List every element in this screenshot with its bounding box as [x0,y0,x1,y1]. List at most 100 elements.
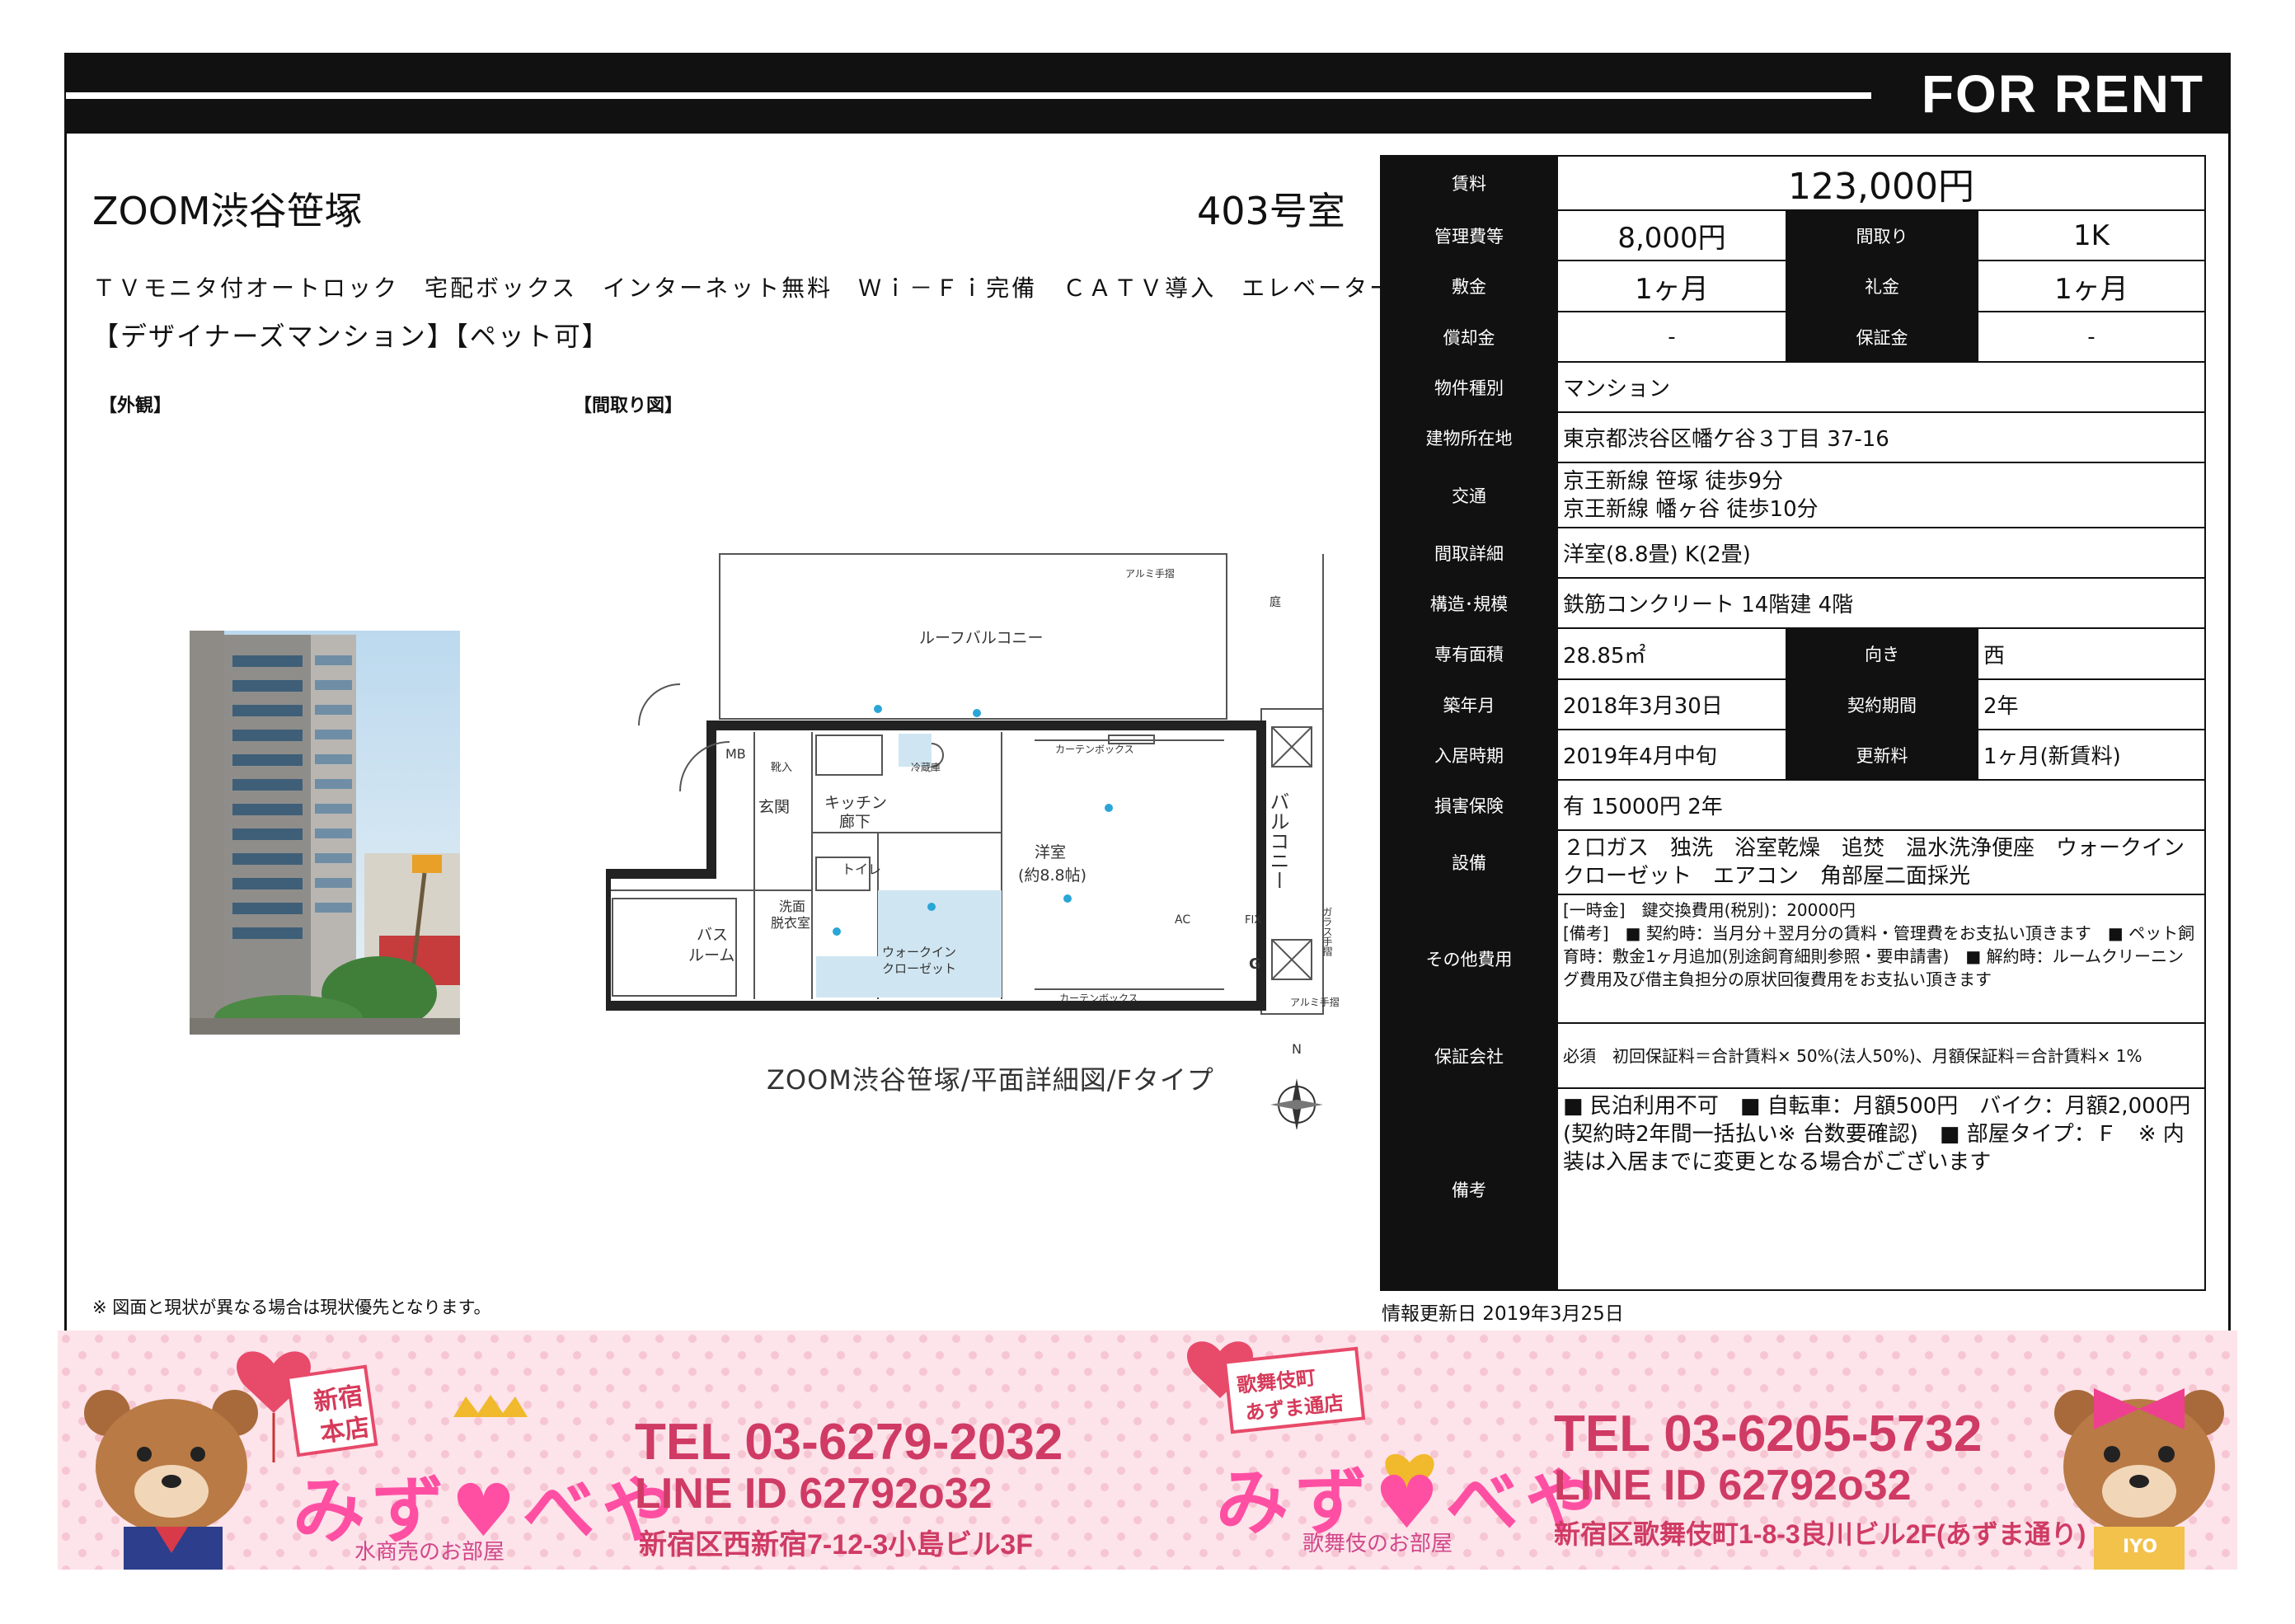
label-balcony: バルコニー [1266,791,1289,890]
row-address: 建物所在地 東京都渋谷区幡ケ谷３丁目 37-16 [1380,411,2206,463]
key-money-label: 礼金 [1786,260,1978,312]
label-roof-balcony: ルーフバルコニー [919,629,1043,647]
guarantor-label: 保証会社 [1380,1022,1558,1089]
remarks-label: 備考 [1380,1087,1558,1291]
label-washroom: 洗面 [779,899,805,914]
contract-label: 契約期間 [1786,678,1978,730]
compass-icon: N [1270,1041,1323,1131]
room-number: 403号室 [1197,189,1345,233]
for-rent-label: FOR RENT [1921,64,2204,124]
key-money-value: 1ヶ月 [1977,260,2206,312]
label-curtain-top: カーテンボックス [1055,744,1134,755]
amortization-value: - [1556,311,1787,363]
label-mb: MB [725,746,746,762]
row-structure: 構造･規模 鉄筋コンクリート 14階建 4階 [1380,577,2206,629]
area-label: 専有面積 [1380,627,1558,680]
movein-label: 入居時期 [1380,729,1558,781]
left-address: 新宿区西新宿7-12-3小島ビル3F [639,1529,1033,1561]
right-logo-sub: 歌舞伎のお部屋 [1302,1532,1453,1556]
transit-line-1: 京王新線 笹塚 徒歩9分 [1563,468,1784,494]
label-glass-rail: ガラス手摺 [1321,907,1333,956]
row-other-costs: その他費用 [一時金] 鍵交換費用(税別)：20000円 [備考] ■ 契約時：… [1380,894,2206,1024]
address-label: 建物所在地 [1380,411,1558,463]
label-curtain-bottom: カーテンボックス [1059,993,1138,1004]
orientation-label: 向き [1786,627,1978,680]
insurance-label: 損害保険 [1380,779,1558,831]
left-badge-line2: 本店 [318,1412,372,1448]
floorplan-heading: 【間取り図】 [574,396,683,416]
header-bar: FOR RENT [66,54,2229,134]
label-western-size: (約8.8帖) [1018,866,1086,885]
equipment-value: ２口ガス 独洗 浴室乾燥 追焚 温水洗浄便座 ウォークインクローゼット エアコン… [1556,829,2206,895]
row-built: 築年月 2018年3月30日 契約期間 2年 [1380,678,2206,730]
label-kitchen: キッチン [824,794,887,812]
label-shoes: 靴入 [771,762,792,774]
layout-label: 間取り [1786,209,1978,261]
row-transit: 交通 京王新線 笹塚 徒歩9分 京王新線 幡ヶ谷 徒歩10分 [1380,462,2206,528]
row-deposit: 敷金 1ヶ月 礼金 1ヶ月 [1380,260,2206,312]
label-western-room: 洋室 [1035,843,1066,861]
floorplan-caption: ZOOM渋谷笹塚/平面詳細図/Fタイプ [767,1064,1214,1096]
layout-detail-value: 洋室(8.8畳) K(2畳) [1556,527,2206,579]
built-value: 2018年3月30日 [1556,678,1787,730]
row-area: 専有面積 28.85㎡ 向き 西 [1380,627,2206,680]
property-tags: 【デザイナーズマンション】【ペット可】 [92,321,610,352]
amortization-label: 償却金 [1380,311,1558,363]
label-north: N [1292,1041,1302,1057]
property-name: ZOOM渋谷笹塚 [92,189,363,233]
renewal-value: 1ヶ月(新賃料) [1977,729,2206,781]
transit-line-2: 京王新線 幡ヶ谷 徒歩10分 [1563,496,1819,522]
label-washroom-2: 脱衣室 [771,915,810,931]
guarantee-deposit-label: 保証金 [1786,311,1978,363]
area-value: 28.85㎡ [1556,627,1787,680]
label-aluminum-rail: アルミ手摺 [1125,567,1175,580]
row-insurance: 損害保険 有 15000円 2年 [1380,779,2206,831]
other-costs-value: [一時金] 鍵交換費用(税別)：20000円 [備考] ■ 契約時：当月分＋翌月… [1556,894,2206,1024]
label-ac: AC [1175,913,1190,927]
deposit-value: 1ヶ月 [1556,260,1787,312]
guarantor-value: 必須 初回保証料＝合計賃料× 50%(法人50%)、月額保証料＝合計賃料× 1% [1556,1022,2206,1089]
built-label: 築年月 [1380,678,1558,730]
contract-value: 2年 [1977,678,2206,730]
feature-list: ＴＶモニタ付オートロック 宅配ボックス インターネット無料 Ｗｉ－Ｆｉ完備 ＣＡ… [92,275,1396,302]
remarks-value: ■ 民泊利用不可 ■ 自転車：月額500円 バイク：月額2,000円(契約時2年… [1556,1087,2206,1291]
label-fix: FIX [1245,914,1261,927]
row-layout-detail: 間取詳細 洋室(8.8畳) K(2畳) [1380,527,2206,579]
exterior-photo [190,631,460,1035]
label-bath-room: ルーム [688,946,734,965]
label-garden: 庭 [1270,595,1281,609]
orientation-value: 西 [1977,627,2206,680]
right-tel: TEL 03-6205-5732 [1554,1406,1983,1462]
row-amortization: 償却金 - 保証金 - [1380,311,2206,363]
renewal-label: 更新料 [1786,729,1978,781]
row-type: 物件種別 マンション [1380,361,2206,413]
label-bath: バス [697,926,728,944]
left-tel: TEL 03-6279-2032 [635,1414,1063,1471]
insurance-value: 有 15000円 2年 [1556,779,2206,831]
label-aluminum-rail-2: アルミ手摺 [1290,996,1340,1008]
mgmt-value: 8,000円 [1556,209,1787,261]
label-entrance: 玄関 [758,798,790,816]
deposit-label: 敷金 [1380,260,1558,312]
label-walk-in-2: クローゼット [882,961,956,976]
guarantee-deposit-value: - [1977,311,2206,363]
label-fridge: 冷蔵庫 [911,762,941,773]
left-logo-sub: 水商売のお部屋 [354,1540,505,1565]
update-date: 情報更新日 2019年3月25日 [1382,1303,1624,1325]
layout-value: 1K [1977,209,2206,261]
row-movein: 入居時期 2019年4月中旬 更新料 1ヶ月(新賃料) [1380,729,2206,781]
type-label: 物件種別 [1380,361,1558,413]
right-bear-badge: IYO [2123,1537,2158,1557]
header-rule [66,92,1871,99]
layout-detail-label: 間取詳細 [1380,527,1558,579]
label-toilet: トイレ [842,861,881,877]
transit-label: 交通 [1380,462,1558,528]
exterior-heading: 【外観】 [99,396,172,416]
disclaimer-note: ※ 図面と現状が異なる場合は現状優先となります。 [92,1298,491,1317]
other-costs-label: その他費用 [1380,894,1558,1024]
row-guarantor: 保証会社 必須 初回保証料＝合計賃料× 50%(法人50%)、月額保証料＝合計賃… [1380,1022,2206,1089]
movein-value: 2019年4月中旬 [1556,729,1787,781]
equipment-label: 設備 [1380,829,1558,895]
rent-value: 123,000円 [1556,155,2206,211]
type-value: マンション [1556,361,2206,413]
